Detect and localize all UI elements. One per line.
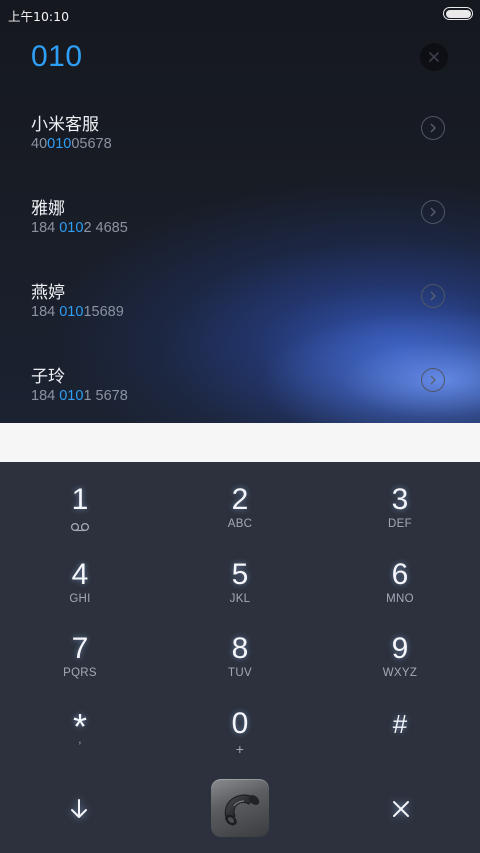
contact-name: 小米客服 xyxy=(31,115,99,135)
dial-keypad: 1 2 ABC 3 DEF 4 GHI 5 JKL 6 MNO 7 PQRS 8… xyxy=(0,462,480,853)
contact-detail-button[interactable] xyxy=(421,116,445,140)
delete-x-icon xyxy=(393,801,409,817)
key-4[interactable]: 4 GHI xyxy=(0,537,160,611)
delete-digit-button[interactable] xyxy=(372,780,430,838)
contact-result-item[interactable]: 小米客服 4001005678 xyxy=(0,110,480,194)
contact-number: 184 0102 4685 xyxy=(31,220,128,236)
contact-number: 184 0101 5678 xyxy=(31,388,128,404)
key-7[interactable]: 7 PQRS xyxy=(0,611,160,685)
search-results-panel: 上午10:10 010 小米客服 4001005678 雅娜 184 0102 … xyxy=(0,0,480,423)
key-0[interactable]: 0 + xyxy=(160,686,320,760)
contact-name: 子玲 xyxy=(31,367,65,387)
contact-name: 雅娜 xyxy=(31,199,65,219)
clear-input-button[interactable] xyxy=(420,43,448,71)
chevron-right-icon xyxy=(430,123,436,133)
battery-icon xyxy=(443,7,473,20)
contact-result-item[interactable]: 子玲 184 0101 5678 xyxy=(0,362,480,423)
key-8[interactable]: 8 TUV xyxy=(160,611,320,685)
dialed-number-field[interactable]: 010 xyxy=(31,40,83,74)
contact-detail-button[interactable] xyxy=(421,284,445,308)
contact-result-item[interactable]: 雅娜 184 0102 4685 xyxy=(0,194,480,278)
key-9[interactable]: 9 WXYZ xyxy=(320,611,480,685)
contact-name: 燕婷 xyxy=(31,283,65,303)
key-hash[interactable]: # xyxy=(320,686,480,760)
contact-detail-button[interactable] xyxy=(421,368,445,392)
key-star[interactable]: * , xyxy=(0,686,160,760)
key-1[interactable]: 1 xyxy=(0,462,160,536)
chevron-right-icon xyxy=(430,207,436,217)
chevron-right-icon xyxy=(430,375,436,385)
contact-number: 4001005678 xyxy=(31,136,112,152)
key-6[interactable]: 6 MNO xyxy=(320,537,480,611)
key-3[interactable]: 3 DEF xyxy=(320,462,480,536)
divider-strip xyxy=(0,423,480,462)
arrow-down-icon xyxy=(71,799,87,818)
collapse-keypad-button[interactable] xyxy=(50,780,108,838)
status-time: 上午10:10 xyxy=(8,9,70,24)
key-5[interactable]: 5 JKL xyxy=(160,537,320,611)
contact-detail-button[interactable] xyxy=(421,200,445,224)
contact-result-item[interactable]: 燕婷 184 01015689 xyxy=(0,278,480,362)
call-button[interactable] xyxy=(211,779,269,837)
status-bar: 上午10:10 xyxy=(0,0,480,26)
contact-number: 184 01015689 xyxy=(31,304,124,320)
chevron-right-icon xyxy=(430,291,436,301)
key-2[interactable]: 2 ABC xyxy=(160,462,320,536)
voicemail-icon xyxy=(70,517,90,536)
close-icon xyxy=(429,52,439,62)
phone-handset-icon xyxy=(224,794,260,826)
